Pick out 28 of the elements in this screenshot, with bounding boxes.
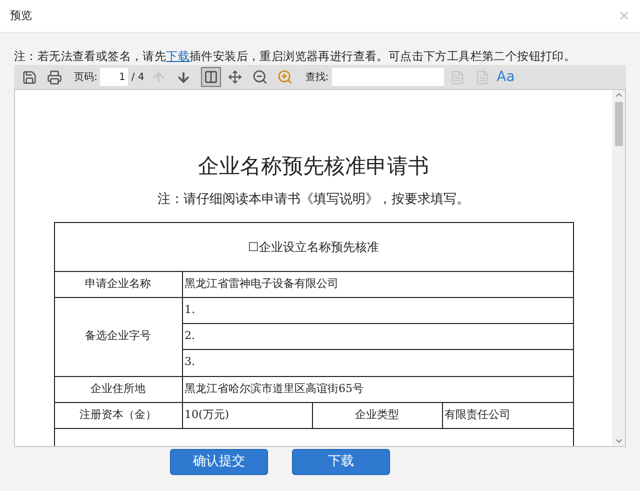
download-link[interactable]: 下载 bbox=[166, 49, 190, 63]
table-cell: 1. bbox=[182, 298, 572, 324]
document-subtitle: 注：请仔细阅读本申请书《填写说明》，按要求填写。 bbox=[158, 191, 470, 209]
fit-width-icon[interactable] bbox=[201, 67, 222, 87]
page-total: / 4 bbox=[131, 70, 144, 84]
table-cell-text: 3. bbox=[184, 354, 196, 370]
search-field[interactable] bbox=[332, 68, 444, 86]
find-label: 查找: bbox=[305, 70, 329, 84]
table-cell: 2. bbox=[182, 324, 572, 350]
page-input[interactable]: 1 bbox=[100, 68, 128, 86]
action-button[interactable]: 下载 bbox=[292, 449, 390, 475]
table-cell-text: 黑龙江省雷神电子设备有限公司 bbox=[184, 276, 340, 292]
dialog-title: 预览 bbox=[10, 8, 32, 24]
table-cell: 备选企业字号 bbox=[54, 298, 182, 376]
action-button[interactable]: 确认提交 bbox=[170, 449, 268, 475]
scrollbar-thumb[interactable] bbox=[614, 102, 622, 146]
table-cell-text: 有限责任公司 bbox=[444, 406, 512, 423]
table-cell-text: 黑龙江省哈尔滨市道里区高谊街65号 bbox=[184, 380, 364, 397]
page-label: 页码: bbox=[74, 70, 98, 84]
font-button[interactable]: Aa bbox=[496, 66, 515, 88]
table-cell: 10(万元) bbox=[182, 402, 312, 428]
document-title: 企业名称预先核准申请书 bbox=[198, 153, 429, 180]
table-cell: 企业住所地 bbox=[54, 376, 182, 402]
notice-text: 注：若无法查看或签名，请先下载插件安装后，重启浏览器再进行查看。可点击下方工具栏第二个按钮打印。 bbox=[14, 48, 577, 65]
table-cell: 企业类型 bbox=[312, 402, 442, 428]
table-cell: 注册资本（金） bbox=[54, 402, 182, 428]
table-heading: ☐企业设立名称预先核准 bbox=[54, 222, 572, 272]
table-cell: 申请企业名称 bbox=[54, 272, 182, 296]
